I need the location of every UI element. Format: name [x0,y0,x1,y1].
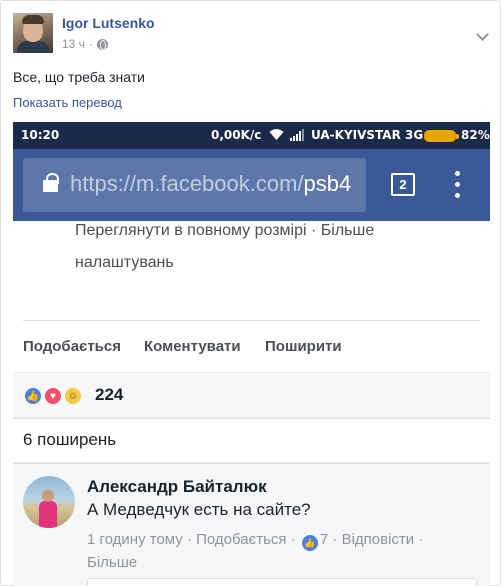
globe-icon[interactable] [96,38,108,50]
love-reaction-icon: ♥ [43,386,63,406]
author-avatar[interactable] [13,13,53,53]
post-header: Igor Lutsenko 13 ч · [13,13,483,57]
url-field[interactable]: https://m.facebook.com/psb4 [23,158,366,212]
comment: Александр Байталюк А Медведчук есть на с… [13,463,490,586]
chevron-down-icon[interactable] [475,29,491,45]
status-time: 10:20 [21,128,60,142]
status-network-speed: 0,00K/c [211,128,262,142]
facebook-page: Переглянути в повному розмірі · Більше н… [13,221,490,586]
shares-row[interactable]: 6 поширень [13,418,490,462]
browser-url-bar: https://m.facebook.com/psb4 2 [13,149,490,221]
post-text: Все, що треба знати [13,69,146,85]
lock-icon [43,173,59,192]
status-battery-percent: 82% [461,128,490,142]
signal-icon [290,129,304,141]
reactions-bar[interactable]: 👍 ♥ ☺ 224 [13,373,490,417]
comment-button[interactable]: Коментувати [144,338,241,355]
shares-count: 6 поширень [23,430,117,449]
commenter-avatar[interactable] [23,476,75,528]
divider [23,320,480,321]
commenter-name[interactable]: Александр Байталюк [87,477,267,497]
photo-options: Переглянути в повному розмірі · Більше н… [13,221,490,322]
reaction-count: 224 [95,385,124,404]
url-main: https://m.facebook.com/ [70,171,304,196]
share-button[interactable]: Поширити [265,338,342,355]
post-time[interactable]: 13 ч [62,37,85,51]
battery-icon [424,130,459,142]
wifi-icon [269,129,284,140]
comment-reply[interactable]: · Відповісти · [332,531,423,548]
post-card: Igor Lutsenko 13 ч · Все, що треба знати… [0,0,501,586]
url-text: https://m.facebook.com/psb4 [70,171,351,197]
post-actions-bar: Подобається Коментувати Поширити [13,322,490,372]
comment-like-count: 7 [319,531,329,548]
like-reaction-icon: 👍 [23,386,43,406]
comment-text: А Медведчук есть на сайте? [87,500,311,519]
comment-time-like[interactable]: 1 годину тому · Подобається · [87,531,296,548]
tabs-button[interactable]: 2 [391,173,415,196]
url-rest: psb4 [303,171,352,196]
attached-screenshot[interactable]: 10:20 0,00K/c UA-KYIVSTAR 3G 82% https:/… [13,122,490,586]
status-carrier: UA-KYIVSTAR 3G [311,128,424,142]
show-translation-link[interactable]: Показать перевод [13,95,122,110]
comment-more-link[interactable]: Більше [87,554,137,571]
dot-separator: · [88,37,93,51]
phone-status-bar: 10:20 0,00K/c UA-KYIVSTAR 3G 82% [13,122,490,149]
comment-meta: 1 годину тому · Подобається · 👍 7 · Відпо… [87,531,423,551]
reply-input[interactable] [87,578,477,586]
like-icon: 👍 [301,535,318,551]
post-meta: 13 ч · [62,37,108,51]
haha-reaction-icon: ☺ [63,386,83,406]
photo-options-links[interactable]: Переглянути в повному розмірі · Більше н… [75,215,475,279]
like-button[interactable]: Подобається [23,338,121,355]
author-name[interactable]: Igor Lutsenko [62,15,155,31]
overflow-menu-icon[interactable] [453,171,461,199]
